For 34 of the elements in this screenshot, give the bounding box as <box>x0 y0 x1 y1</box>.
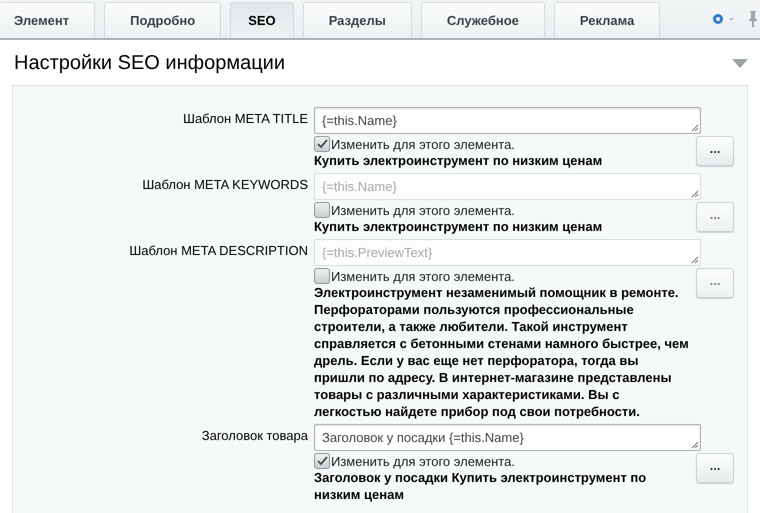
resize-grip-icon[interactable] <box>691 124 699 132</box>
checkbox-label: Изменить для этого элемента. <box>331 454 515 468</box>
checkbox-label: Изменить для этого элемента. <box>331 268 515 284</box>
preview-text: Купить электроинструмент по низким ценам <box>314 152 604 169</box>
collapse-icon[interactable] <box>732 59 748 68</box>
field-label: Заголовок товара <box>200 427 308 445</box>
preview-text: Купить электроинструмент по низким ценам <box>314 218 604 235</box>
more-button[interactable]: ... <box>696 136 734 166</box>
template-field[interactable]: Заголовок у посадки {=this.Name} <box>314 424 701 451</box>
more-button[interactable]: ... <box>696 453 734 483</box>
tab[interactable]: Реклама <box>554 2 660 38</box>
checkbox[interactable] <box>314 268 330 284</box>
section-title: Настройки SEO информации <box>14 52 286 75</box>
field-label: Шаблон META KEYWORDS <box>141 176 308 194</box>
preview-text: Заголовок у посадки Купить электроинструмент по низким ценам <box>314 469 648 503</box>
tab[interactable]: Служебное <box>420 2 545 38</box>
resize-grip-icon[interactable] <box>691 441 699 449</box>
pin-icon[interactable] <box>748 10 758 28</box>
preview-text: Электроинструмент незаменимый помощник в ремонте. Перфораторами пользуются профессиональные строители, а также любители. Такой инструмент справляется с бетонными стенами намного быстрее, чем дрель. Если у вас еще нет перфоратора, тогда вы пришли по адресу. В интернет-магазине представлены товары с различными характеристиками. Вы с легкостью найдете прибор под свои потребности. <box>314 284 690 420</box>
tab[interactable]: SEO <box>230 2 294 38</box>
resize-grip-icon[interactable] <box>691 190 699 198</box>
field-label: Шаблон META TITLE <box>182 110 308 128</box>
tab[interactable]: Элемент <box>0 2 96 38</box>
field-label: Шаблон META DESCRIPTION <box>128 242 308 260</box>
tab[interactable]: Разделы <box>302 2 412 38</box>
tab[interactable]: Подробно <box>104 2 222 38</box>
checkbox[interactable] <box>314 136 330 152</box>
template-field[interactable]: {=this.Name} <box>314 107 701 134</box>
settings-icon[interactable] <box>710 11 736 27</box>
resize-grip-icon[interactable] <box>691 256 699 264</box>
checkbox-label: Изменить для этого элемента. <box>331 202 515 218</box>
checkbox-label: Изменить для этого элемента. <box>331 136 515 152</box>
checkbox[interactable] <box>314 453 330 469</box>
checkbox[interactable] <box>314 202 330 218</box>
